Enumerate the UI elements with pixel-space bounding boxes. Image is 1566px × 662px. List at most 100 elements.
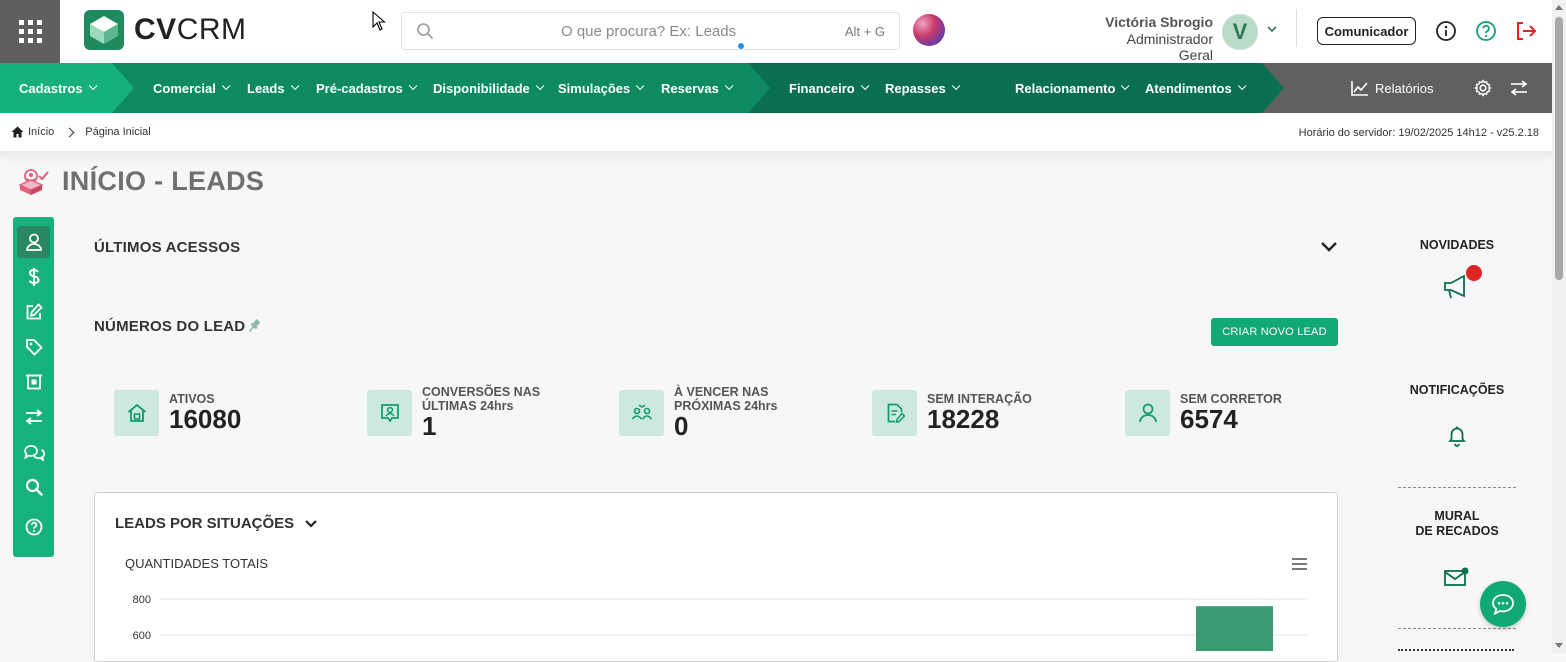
avatar[interactable]: V <box>1222 14 1258 50</box>
nav-background <box>0 63 1552 113</box>
server-time: Horário do servidor: 19/02/2025 14h12 - … <box>1298 127 1539 139</box>
stat-value: 16080 <box>169 404 242 434</box>
nav-disponibilidade[interactable]: Disponibilidade <box>433 63 545 113</box>
document-edit-icon <box>872 390 917 436</box>
ultimos-acessos-heading: ÚLTIMOS ACESSOS <box>94 239 241 256</box>
user-role: Administrador Geral <box>1126 31 1213 63</box>
stat-value: 18228 <box>927 404 1000 434</box>
nav-comercial[interactable]: Comercial <box>153 63 231 113</box>
rail-comissoes[interactable] <box>17 366 50 398</box>
rail-conversas[interactable] <box>17 436 50 468</box>
user-info[interactable]: Victória Sbrogio Administrador Geral <box>1090 14 1213 63</box>
stat-value: 0 <box>674 411 689 441</box>
breadcrumb-current: Página Inicial <box>85 126 151 138</box>
leads-por-situacoes-card: LEADS POR SITUAÇÕES QUANTIDADES TOTAIS 8… <box>94 492 1338 662</box>
help-icon[interactable] <box>1474 19 1498 43</box>
new-badge <box>1466 265 1482 281</box>
nav-repasses[interactable]: Repasses <box>885 63 961 113</box>
app-logo[interactable]: CVCRM <box>84 10 247 50</box>
comunicador-button[interactable]: Comunicador <box>1317 17 1416 45</box>
nav-cadastros[interactable]: Cadastros <box>19 63 97 113</box>
novidades-title: NOVIDADES <box>1419 238 1495 252</box>
top-header: CVCRM O que procura? Ex: Leads Alt + G V… <box>0 0 1552 63</box>
nav-relacionamento[interactable]: Relacionamento <box>1015 63 1130 113</box>
settings-button[interactable] <box>1474 63 1492 113</box>
chart-bar[interactable] <box>1196 606 1273 651</box>
nav-reservas[interactable]: Reservas <box>661 63 734 113</box>
mail-icon[interactable] <box>1443 566 1471 588</box>
apps-menu-button[interactable] <box>0 0 60 63</box>
edit-icon <box>26 303 43 320</box>
divider <box>1398 628 1516 629</box>
grid-icon <box>18 20 42 43</box>
rail-etiquetas[interactable] <box>17 331 50 363</box>
nav-pre-cadastros[interactable]: Pré-cadastros <box>316 63 418 113</box>
dollar-icon <box>28 268 40 286</box>
stat-value: 6574 <box>1180 404 1238 434</box>
bell-icon[interactable] <box>1446 424 1468 448</box>
ai-assistant-orb[interactable] <box>913 14 945 46</box>
search-placeholder: O que procura? Ex: Leads <box>561 23 737 40</box>
cvcrm-logo-icon <box>84 10 124 50</box>
chevron-down-icon[interactable] <box>1265 22 1279 36</box>
users-clock-icon <box>619 390 664 436</box>
rail-leads[interactable] <box>17 226 50 258</box>
home-icon <box>11 126 24 138</box>
search-icon <box>417 23 433 39</box>
card-title[interactable]: LEADS POR SITUAÇÕES <box>115 515 318 532</box>
user-icon <box>1125 390 1170 436</box>
pin-icon[interactable] <box>246 318 262 334</box>
stat-value: 1 <box>422 411 437 441</box>
search-bar[interactable]: O que procura? Ex: Leads Alt + G <box>401 12 900 50</box>
nav-relatorios[interactable]: Relatórios <box>1351 63 1434 113</box>
clipped-section-title <box>1398 646 1518 653</box>
chart-subtitle: QUANTIDADES TOTAIS <box>125 556 269 571</box>
module-rail <box>13 217 54 557</box>
mouse-cursor-icon <box>372 11 386 31</box>
user-icon <box>25 233 42 251</box>
info-icon[interactable] <box>1434 19 1458 43</box>
header-divider <box>1296 9 1297 47</box>
id-card-icon <box>25 374 42 390</box>
home-icon <box>114 390 159 436</box>
scrollbar[interactable] <box>1552 0 1566 653</box>
rail-ajuda[interactable] <box>17 511 50 543</box>
tag-icon <box>25 339 43 356</box>
breadcrumb-home[interactable]: Início <box>28 126 54 138</box>
swap-arrows-icon <box>25 409 42 425</box>
novidades-button[interactable] <box>1440 265 1482 305</box>
chevron-down-icon[interactable] <box>1320 240 1338 254</box>
chart: 800 600 <box>133 594 1307 651</box>
search-icon <box>25 478 43 496</box>
rail-pesquisa[interactable] <box>17 471 50 503</box>
nav-financeiro[interactable]: Financeiro <box>789 63 870 113</box>
search-shortcut-hint: Alt + G <box>844 24 885 39</box>
chart-menu-icon[interactable] <box>1292 558 1307 573</box>
gear-icon <box>1474 79 1492 97</box>
new-lead-button[interactable]: CRIAR NOVO LEAD <box>1211 318 1338 346</box>
logo-text: CVCRM <box>134 13 247 46</box>
logout-icon[interactable] <box>1514 19 1538 43</box>
scroll-down-arrow-icon[interactable] <box>1552 639 1566 651</box>
chat-bubbles-icon <box>23 445 45 461</box>
nav-atendimentos[interactable]: Atendimentos <box>1145 63 1247 113</box>
scroll-up-arrow-icon[interactable] <box>1552 2 1566 14</box>
main-navigation: Cadastros Comercial Leads Pré-cadastros … <box>0 63 1552 113</box>
scroll-thumb[interactable] <box>1555 17 1563 280</box>
chat-icon <box>1492 594 1514 615</box>
rail-editar[interactable] <box>17 296 50 328</box>
swap-arrows-icon <box>1510 80 1528 96</box>
nav-leads[interactable]: Leads <box>247 63 299 113</box>
nav-simulacoes[interactable]: Simulações <box>558 63 645 113</box>
chevron-down-icon <box>305 519 317 528</box>
page-title: INÍCIO - LEADS <box>18 166 264 197</box>
rail-transferencias[interactable] <box>17 401 50 433</box>
rail-financeiro[interactable] <box>17 261 50 293</box>
search-indicator-dot <box>738 43 744 49</box>
switch-button[interactable] <box>1510 63 1528 113</box>
help-icon <box>25 518 42 536</box>
chat-button[interactable] <box>1480 581 1526 627</box>
numeros-lead-heading: NÚMEROS DO LEAD <box>94 318 246 335</box>
user-badge-icon <box>367 390 412 436</box>
notificacoes-title: NOTIFICAÇÕES <box>1409 383 1505 397</box>
